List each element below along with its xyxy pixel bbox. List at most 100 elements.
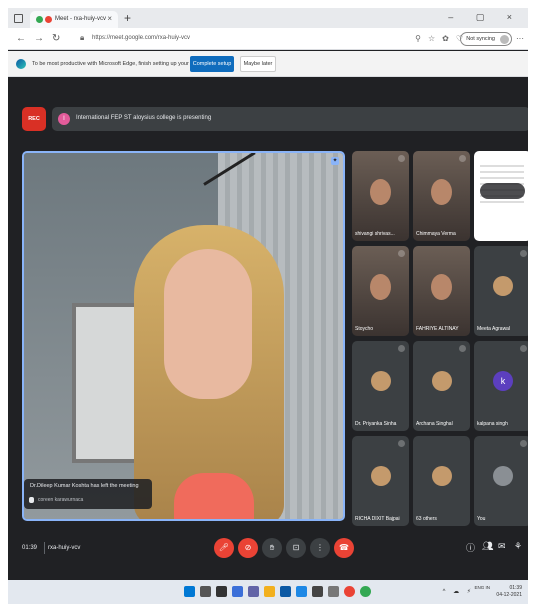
meet-stage: REC I International FEP ST aloysius coll… — [8, 78, 528, 580]
participant-tile[interactable]: Chimmaya Verma — [413, 151, 470, 241]
edge-setup-infobar: To be most productive with Microsoft Edg… — [8, 51, 528, 77]
meet-favicon-icon — [36, 16, 43, 23]
participant-name: Meeta Agrawal — [477, 326, 511, 332]
camera-off-button[interactable]: ⊘ — [238, 538, 258, 558]
meeting-time: 01:39 — [22, 545, 38, 551]
participant-avatar — [432, 371, 452, 391]
participant-tile[interactable]: shivangi shrivas... — [352, 151, 409, 241]
people-icon[interactable]: 👥︎ — [482, 541, 493, 552]
window-controls[interactable]: – ▢ × — [448, 12, 522, 23]
address-bar[interactable]: 🔒︎ https://meet.google.com/rxa-huiy-vcv — [78, 32, 418, 46]
store-icon[interactable] — [296, 586, 307, 597]
language-indicator[interactable]: ENG IN — [474, 585, 490, 591]
info-icon[interactable]: ⓘ — [466, 541, 475, 554]
back-arrow-icon[interactable]: ← — [16, 33, 26, 44]
start-icon[interactable] — [184, 586, 195, 597]
recording-indicator[interactable]: REC — [22, 107, 46, 131]
infobar-message: To be most productive with Microsoft Edg… — [32, 61, 212, 67]
tile-menu-icon[interactable] — [459, 345, 466, 352]
wall-picture — [72, 303, 140, 463]
forward-arrow-icon[interactable]: → — [34, 33, 44, 44]
participant-name: Archana Singhal — [416, 421, 453, 427]
participant-tile[interactable]: FAHRIYE ALTINAY — [413, 246, 470, 336]
main-speaker-tile[interactable]: ✦ Dr.Dileep Kumar Koshta has left the me… — [22, 151, 345, 521]
participant-avatar — [371, 371, 391, 391]
divider — [44, 542, 45, 554]
search-icon[interactable] — [200, 586, 211, 597]
others-tile[interactable]: 63 others — [413, 436, 470, 526]
meet-taskbar-icon[interactable] — [360, 586, 371, 597]
screen-frame: Meet - rxa-huiy-vcv × + – ▢ × ← → ↻ 🔒︎ h… — [8, 8, 528, 604]
app-icon[interactable] — [312, 586, 323, 597]
tab-title: Meet - rxa-huiy-vcv — [55, 16, 107, 22]
widgets-icon[interactable] — [232, 586, 243, 597]
tile-menu-icon[interactable] — [398, 250, 405, 257]
tab-close-icon[interactable]: × — [107, 14, 112, 23]
edge-taskbar-icon[interactable] — [280, 586, 291, 597]
file-explorer-icon[interactable] — [264, 586, 275, 597]
presenting-banner: I International FEP ST aloysius college … — [52, 107, 528, 131]
tab-actions-icon[interactable] — [14, 14, 23, 23]
task-view-icon[interactable] — [216, 586, 227, 597]
tile-menu-icon[interactable] — [398, 440, 405, 447]
complete-setup-button[interactable]: Complete setup — [190, 56, 234, 72]
system-tray-icons[interactable]: ^ ☁ ⚡ — [443, 588, 474, 595]
tile-menu-icon[interactable] — [398, 345, 405, 352]
more-options-button[interactable]: ⋮ — [310, 538, 330, 558]
others-avatar-stack — [432, 466, 452, 486]
participant-name: RICHA DIXIT Bajpai — [355, 516, 400, 522]
teams-icon[interactable] — [248, 586, 259, 597]
participant-name: Chimmaya Verma — [416, 231, 456, 237]
chat-icon[interactable]: ✉︎ — [498, 541, 506, 552]
profile-sync-button[interactable]: Not syncing — [460, 32, 512, 46]
others-count: 63 others — [416, 516, 437, 522]
chrome-icon[interactable] — [344, 586, 355, 597]
sync-label: Not syncing — [466, 36, 495, 42]
participant-face — [370, 179, 391, 205]
new-tab-button[interactable]: + — [124, 11, 131, 25]
participant-face — [370, 274, 391, 300]
participant-avatar — [371, 466, 391, 486]
lock-icon: 🔒︎ — [80, 33, 85, 42]
present-button[interactable]: ⊡ — [286, 538, 306, 558]
participant-initial-avatar: k — [493, 371, 513, 391]
mic-off-button[interactable]: 🎤︎ — [214, 538, 234, 558]
screen-controls[interactable] — [480, 183, 525, 199]
left-meeting-toast: Dr.Dileep Kumar Koshta has left the meet… — [24, 479, 152, 509]
tile-menu-icon[interactable] — [520, 250, 527, 257]
participant-tile[interactable]: Archana Singhal — [413, 341, 470, 431]
tile-menu-icon[interactable] — [520, 440, 527, 447]
speaker-shirt — [174, 473, 254, 519]
participant-tile[interactable]: k kalpana singh — [474, 341, 528, 431]
pin-icon[interactable]: ✦ — [331, 157, 339, 165]
participant-tile[interactable]: Meeta Agrawal — [474, 246, 528, 336]
maybe-later-button[interactable]: Maybe later — [240, 56, 276, 72]
leave-call-button[interactable]: ☎︎ — [334, 538, 354, 558]
shared-screen-tile[interactable] — [474, 151, 528, 241]
participant-avatar — [493, 276, 513, 296]
raise-hand-button[interactable]: ✋︎ — [262, 538, 282, 558]
tile-menu-icon[interactable] — [520, 345, 527, 352]
participant-name: Stoycho — [355, 326, 374, 332]
recording-dot-icon — [45, 16, 52, 23]
browser-nav-bar: ← → ↻ 🔒︎ https://meet.google.com/rxa-hui… — [8, 28, 528, 50]
participant-face — [431, 179, 452, 205]
activities-icon[interactable]: ⚘ — [514, 541, 522, 552]
tab-meet[interactable]: Meet - rxa-huiy-vcv × — [30, 11, 118, 28]
tile-menu-icon[interactable] — [398, 155, 405, 162]
presenter-avatar: I — [58, 113, 70, 125]
presenting-text: International FEP ST aloysius college is… — [76, 115, 212, 121]
participant-face — [431, 274, 452, 300]
app-icon[interactable] — [328, 586, 339, 597]
browser-menu-icon[interactable]: ··· — [516, 34, 524, 43]
self-tile[interactable]: You — [474, 436, 528, 526]
participant-tile[interactable]: Stoycho — [352, 246, 409, 336]
participant-tile[interactable]: RICHA DIXIT Bajpai — [352, 436, 409, 526]
tile-menu-icon[interactable] — [459, 155, 466, 162]
participant-name: Dr. Priyanka Sinha — [355, 421, 397, 427]
address-url: https://meet.google.com/rxa-huiy-vcv — [92, 35, 191, 41]
system-clock[interactable]: 01:39 04-12-2021 — [496, 585, 522, 599]
refresh-icon[interactable]: ↻ — [52, 33, 60, 44]
participant-tile[interactable]: Dr. Priyanka Sinha — [352, 341, 409, 431]
self-name: You — [477, 516, 486, 522]
